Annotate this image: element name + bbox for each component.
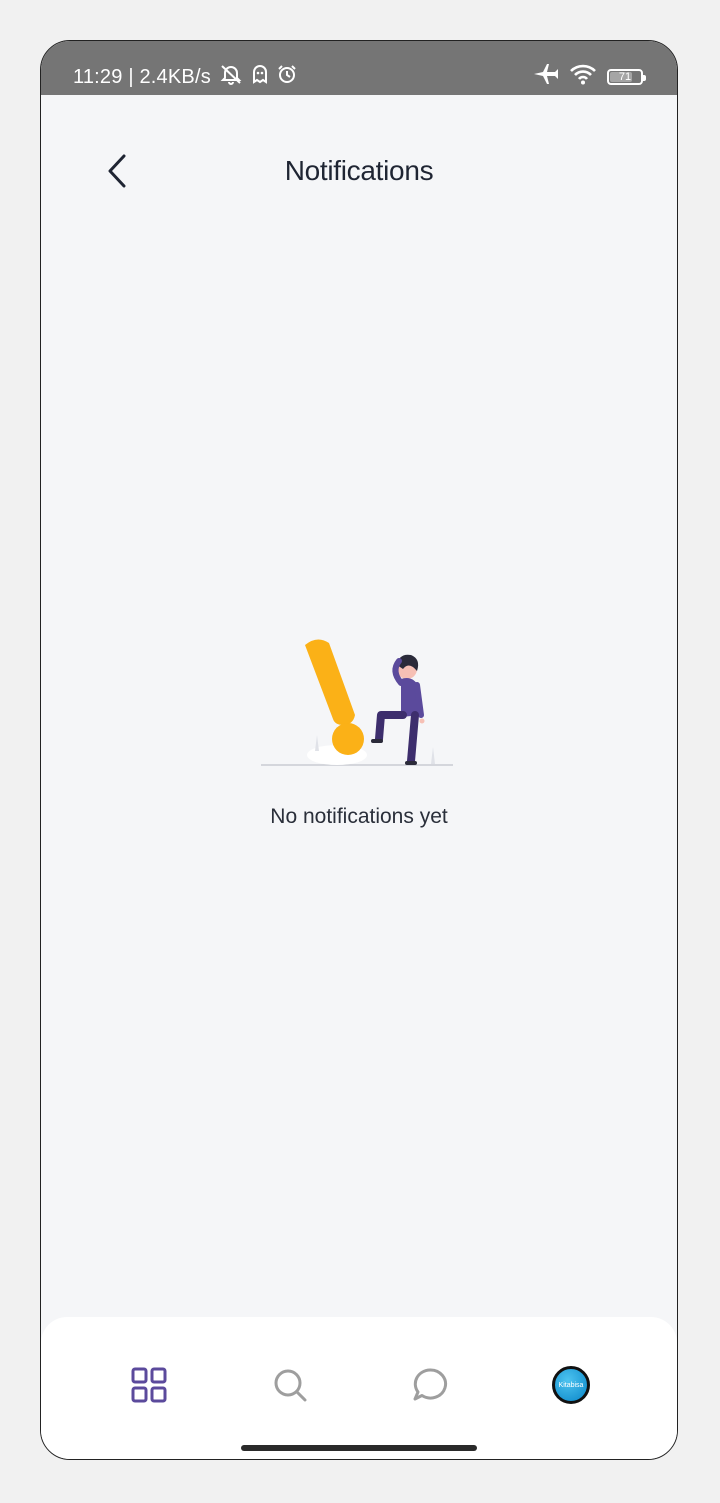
muted-bell-icon <box>219 63 243 90</box>
battery-icon: 71 <box>607 68 646 85</box>
ghost-icon <box>251 64 269 89</box>
empty-state: No notifications yet <box>41 631 677 829</box>
avatar-label: Kitabisa <box>558 1381 584 1389</box>
alarm-icon <box>277 64 297 89</box>
exclamation-person-illustration <box>261 639 453 766</box>
nav-item-home[interactable] <box>119 1355 179 1415</box>
bottom-navigation: Kitabisa <box>41 1317 677 1459</box>
page-title: Notifications <box>284 155 434 186</box>
status-bar: 11:29 | 2.4KB/s 71 <box>41 41 677 95</box>
app-header: Notifications <box>41 95 677 245</box>
phone-screen: 11:29 | 2.4KB/s 71 Notifications No noti… <box>40 40 678 1460</box>
grid-icon <box>131 1367 167 1403</box>
wifi-icon <box>569 63 597 90</box>
status-left-icons <box>219 63 297 90</box>
nav-item-messages[interactable] <box>400 1355 460 1415</box>
airplane-icon <box>533 63 559 90</box>
empty-state-message: No notifications yet <box>270 805 448 828</box>
search-icon <box>274 1369 307 1402</box>
battery-level-text: 71 <box>618 70 632 83</box>
status-right-icons: 71 <box>533 63 646 90</box>
nav-item-profile[interactable]: Kitabisa <box>541 1355 601 1415</box>
nav-item-search[interactable] <box>260 1355 320 1415</box>
chat-bubble-icon <box>413 1368 447 1401</box>
avatar: Kitabisa <box>552 1366 590 1404</box>
status-time-speed: 11:29 | 2.4KB/s <box>73 66 211 88</box>
home-indicator <box>241 1445 477 1451</box>
